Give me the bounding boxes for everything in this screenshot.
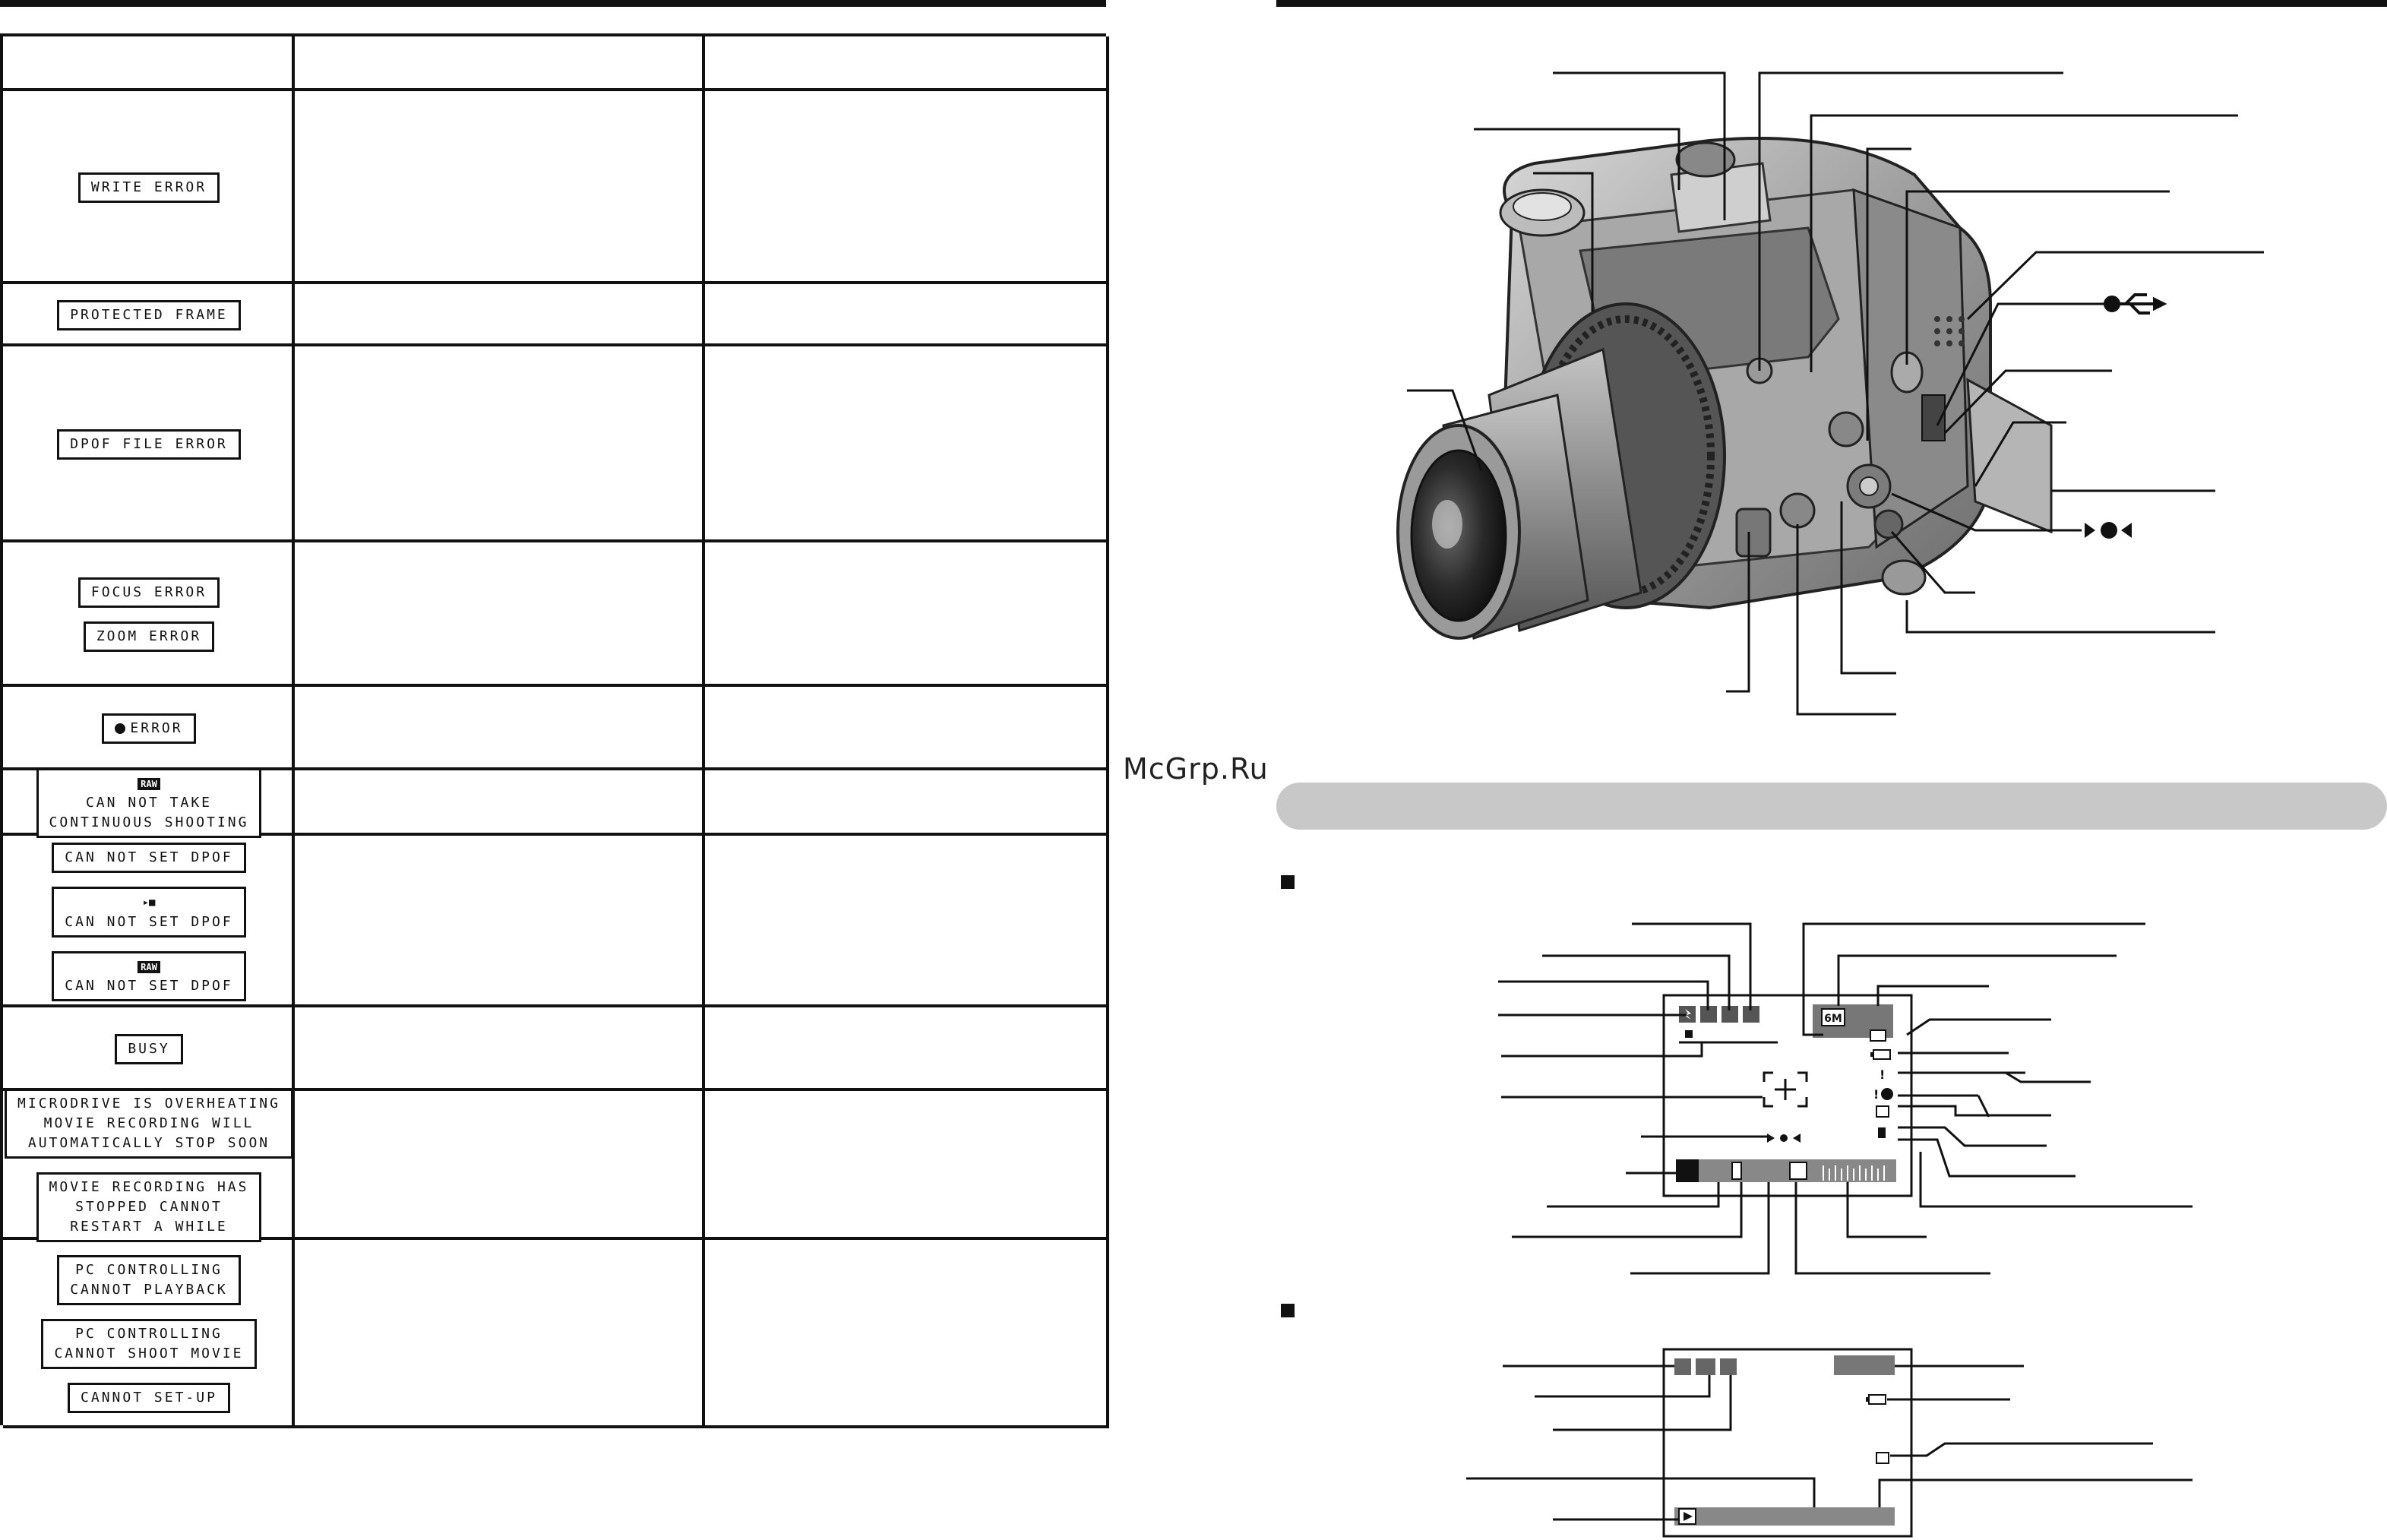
svg-text:!: ! [1873, 1087, 1879, 1102]
usb-icon [2104, 293, 2167, 315]
av-out-icon [2085, 522, 2132, 539]
svg-text:!: ! [1880, 1067, 1885, 1082]
camera-parts-diagram: 6M ! ! [1396, 71, 2264, 1538]
resolution-badge: 6M [1824, 1013, 1842, 1025]
shooting-mode-display: 6M ! ! [1662, 994, 1913, 1197]
playback-mode-display [1662, 1348, 1913, 1538]
